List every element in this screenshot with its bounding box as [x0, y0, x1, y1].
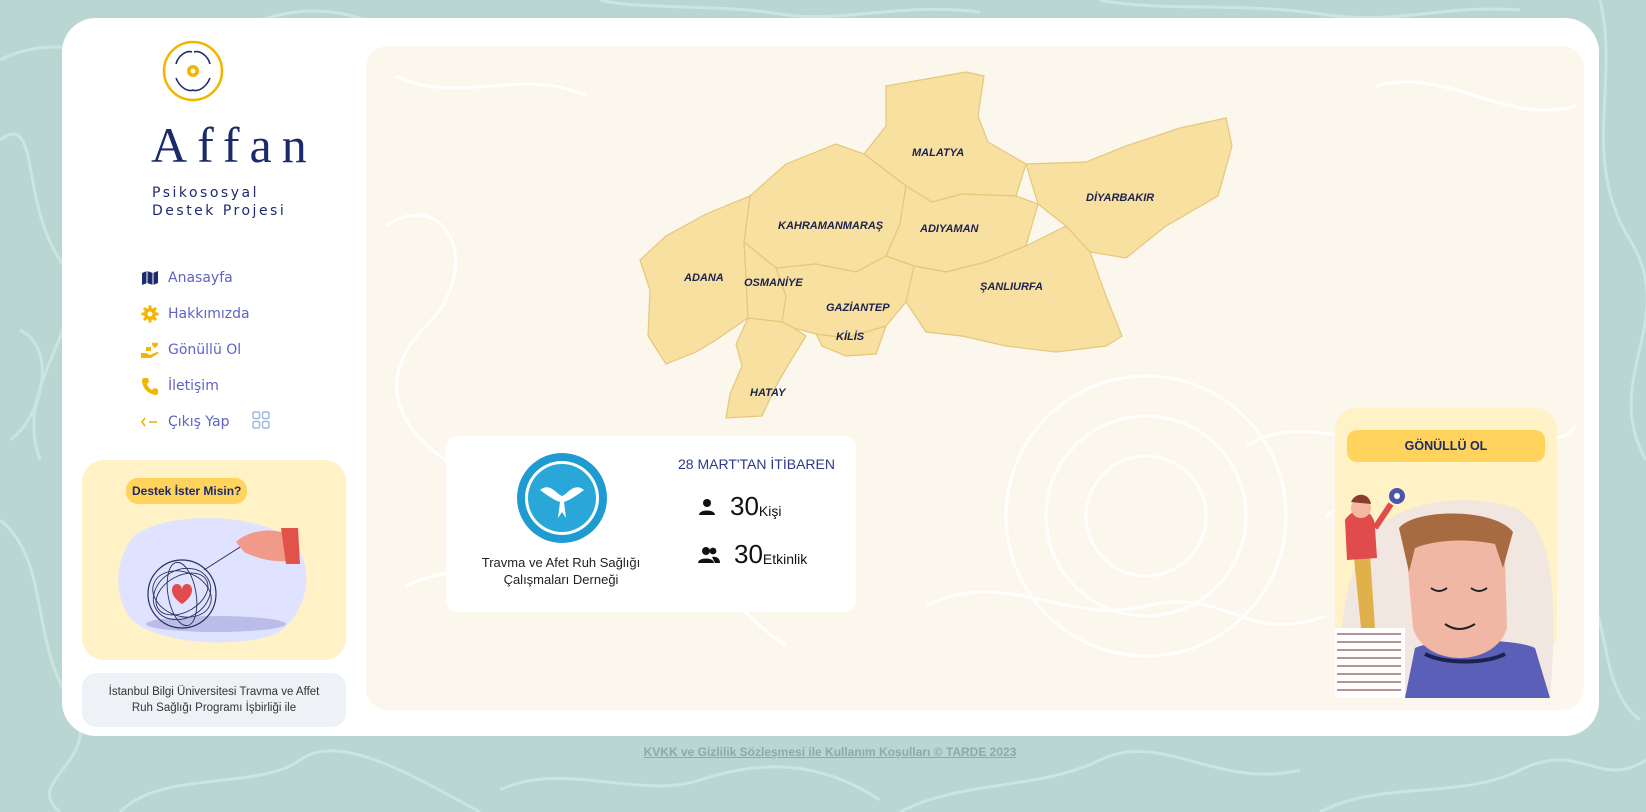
- nav-item-iletisim[interactable]: İletişim: [138, 368, 270, 404]
- organization-logo: [517, 453, 607, 543]
- city-label-sanliurfa: ŞANLIURFA: [980, 281, 1043, 293]
- nav-item-anasayfa[interactable]: Anasayfa: [138, 260, 270, 296]
- brand-logo[interactable]: Affan Psikososyal Destek Projesi: [106, 40, 307, 220]
- city-label-adiyaman: ADIYAMAN: [919, 223, 980, 235]
- nav-item-hakkimizda[interactable]: Hakkımızda: [138, 296, 270, 332]
- organization-name-line2: Çalışmaları Derneği: [503, 572, 619, 587]
- nav-label: Çıkış Yap: [168, 414, 230, 430]
- logo-emblem-icon: [162, 40, 224, 102]
- brand-subtitle: Psikososyal Destek Projesi: [152, 184, 286, 220]
- people-stat: 30 Kişi: [698, 492, 781, 520]
- tangled-heart-illustration: [118, 517, 307, 643]
- brand-name: Affan: [151, 117, 317, 173]
- phone-icon: [138, 376, 162, 396]
- help-card: Destek İster Misin?: [82, 460, 346, 660]
- since-label: 28 MART'TAN İTİBAREN: [678, 456, 835, 472]
- grid-icon[interactable]: [251, 411, 270, 433]
- partner-note-line1: İstanbul Bilgi Üniversitesi Travma ve Af…: [108, 686, 320, 698]
- city-label-diyarbakir: DİYARBAKIR: [1086, 191, 1154, 204]
- hand-heart-icon: [138, 340, 162, 360]
- partner-note-line2: Ruh Sağlığı Programı İşbirliği ile: [131, 702, 297, 714]
- footer-legal-link[interactable]: KVKK ve Gizlilik Sözleşmesi ile Kullanım…: [0, 745, 1646, 759]
- organization-name-line1: Travma ve Afet Ruh Sağlığı: [481, 555, 641, 570]
- logout-icon: [138, 412, 162, 432]
- city-label-kahramanmaras: KAHRAMANMARAŞ: [778, 220, 884, 232]
- stats-card: Travma ve Afet Ruh Sağlığı Çalışmaları D…: [446, 436, 856, 612]
- brand-subtitle-line2: Destek Projesi: [152, 203, 287, 219]
- person-icon: [698, 498, 716, 520]
- main-card: Affan Psikososyal Destek Projesi Anasayf…: [62, 18, 1599, 736]
- city-label-gaziantep: GAZİANTEP: [826, 301, 890, 314]
- nav-item-gonullu-ol[interactable]: Gönüllü Ol: [138, 332, 270, 368]
- nav-label: İletişim: [168, 378, 219, 394]
- events-stat: 30 Etkinlik: [698, 540, 807, 568]
- city-label-malatya: MALATYA: [912, 147, 964, 159]
- volunteer-illustration: [1335, 488, 1554, 698]
- nav-label: Anasayfa: [168, 270, 233, 286]
- partner-note: İstanbul Bilgi Üniversitesi Travma ve Af…: [82, 673, 346, 727]
- people-unit: Kişi: [758, 503, 782, 519]
- province-hatay: [725, 317, 807, 419]
- group-icon: [698, 546, 720, 568]
- city-label-hatay: HATAY: [750, 387, 787, 399]
- events-unit: Etkinlik: [762, 551, 808, 567]
- sidebar-nav: Anasayfa Hakkımızda Gönüllü Ol İletişim …: [138, 260, 270, 440]
- people-count: 30: [730, 491, 759, 521]
- city-label-adana: ADANA: [683, 272, 724, 284]
- city-label-osmaniye: OSMANİYE: [744, 276, 803, 289]
- map-icon: [138, 268, 162, 288]
- nav-item-cikis-yap[interactable]: Çıkış Yap: [138, 404, 270, 440]
- help-request-button[interactable]: Destek İster Misin?: [126, 478, 248, 504]
- volunteer-button[interactable]: GÖNÜLLÜ OL: [1347, 430, 1545, 462]
- city-label-kilis: KİLİS: [836, 330, 865, 343]
- gear-icon: [138, 304, 162, 324]
- events-count: 30: [734, 539, 763, 569]
- brand-subtitle-line1: Psikososyal: [152, 185, 259, 201]
- nav-label: Hakkımızda: [168, 306, 250, 322]
- nav-label: Gönüllü Ol: [168, 342, 242, 358]
- organization-name: Travma ve Afet Ruh Sağlığı Çalışmaları D…: [466, 554, 656, 588]
